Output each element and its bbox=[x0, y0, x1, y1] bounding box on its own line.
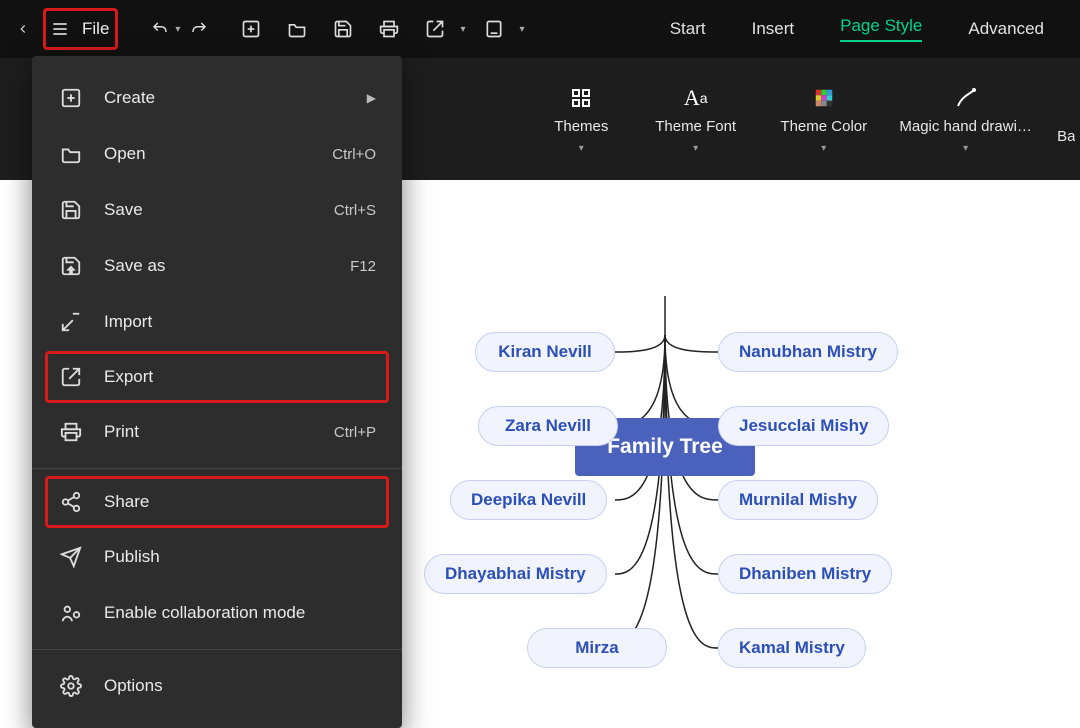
save-as-icon bbox=[60, 255, 82, 277]
chevron-down-icon: ▾ bbox=[963, 143, 968, 154]
mindmap-node-right-2[interactable]: Murnilal Mishy bbox=[718, 480, 878, 520]
ribbon-overflow-label: Ba bbox=[1057, 128, 1075, 145]
file-menu-button[interactable]: File bbox=[44, 9, 117, 49]
tab-advanced[interactable]: Advanced bbox=[968, 19, 1044, 39]
chevron-down-icon: ▾ bbox=[693, 143, 698, 154]
menu-save-as[interactable]: Save as F12 bbox=[32, 238, 402, 294]
menu-import-label: Import bbox=[104, 312, 152, 332]
mindmap-node-left-2[interactable]: Deepika Nevill bbox=[450, 480, 607, 520]
tab-start[interactable]: Start bbox=[670, 19, 706, 39]
tab-insert[interactable]: Insert bbox=[752, 19, 795, 39]
menu-publish-label: Publish bbox=[104, 547, 160, 567]
submenu-arrow-icon: ▶ bbox=[367, 91, 376, 105]
menu-save-label: Save bbox=[104, 200, 143, 220]
undo-icon bbox=[151, 20, 169, 38]
mindmap-node-right-4[interactable]: Kamal Mistry bbox=[718, 628, 866, 668]
top-toolbar: File ▾ bbox=[0, 0, 1080, 58]
export-more-icon[interactable]: ▾ bbox=[460, 24, 465, 35]
menu-publish[interactable]: Publish bbox=[32, 529, 402, 585]
mindmap-node-left-3[interactable]: Dhayabhai Mistry bbox=[424, 554, 607, 594]
undo-button[interactable] bbox=[143, 12, 177, 46]
hamburger-icon bbox=[50, 19, 70, 39]
menu-save[interactable]: Save Ctrl+S bbox=[32, 182, 402, 238]
ribbon-magic-hand[interactable]: Magic hand drawi… ▾ bbox=[897, 84, 1035, 154]
open-button[interactable] bbox=[280, 12, 314, 46]
print-icon bbox=[379, 19, 399, 39]
plus-square-icon bbox=[241, 19, 261, 39]
menu-print[interactable]: Print Ctrl+P bbox=[32, 404, 402, 460]
chevron-left-icon bbox=[16, 22, 30, 36]
menu-open-shortcut: Ctrl+O bbox=[332, 146, 376, 163]
menu-create-label: Create bbox=[104, 88, 155, 108]
file-dropdown-menu: Create ▶ Open Ctrl+O Save Ctrl+S Save as… bbox=[32, 56, 402, 728]
menu-save-shortcut: Ctrl+S bbox=[334, 202, 376, 219]
ribbon-theme-color-label: Theme Color bbox=[780, 118, 867, 135]
folder-icon bbox=[287, 19, 307, 39]
color-grid-icon bbox=[813, 87, 835, 109]
folder-icon bbox=[60, 143, 82, 165]
wand-icon bbox=[954, 86, 978, 110]
export-toolbar-button[interactable] bbox=[418, 12, 452, 46]
page-setup-button[interactable] bbox=[477, 12, 511, 46]
menu-share-label: Share bbox=[104, 492, 149, 512]
redo-button[interactable] bbox=[182, 12, 216, 46]
ribbon-theme-font-label: Theme Font bbox=[655, 118, 736, 135]
file-label: File bbox=[76, 19, 115, 39]
print-button[interactable] bbox=[372, 12, 406, 46]
export-icon bbox=[60, 366, 82, 388]
menu-options[interactable]: Options bbox=[32, 658, 402, 714]
page-icon bbox=[484, 19, 504, 39]
export-icon bbox=[425, 19, 445, 39]
mindmap-node-right-1[interactable]: Jesucclai Mishy bbox=[718, 406, 889, 446]
chevron-down-icon: ▾ bbox=[579, 143, 584, 154]
menu-options-label: Options bbox=[104, 676, 163, 696]
undo-more-icon[interactable]: ▾ bbox=[175, 24, 180, 35]
menu-open[interactable]: Open Ctrl+O bbox=[32, 126, 402, 182]
ribbon-magic-label: Magic hand drawi… bbox=[899, 118, 1032, 135]
menu-print-shortcut: Ctrl+P bbox=[334, 424, 376, 441]
page-more-icon[interactable]: ▾ bbox=[519, 24, 524, 35]
menu-print-label: Print bbox=[104, 422, 139, 442]
menu-export[interactable]: Export bbox=[46, 352, 388, 402]
tab-page-style[interactable]: Page Style bbox=[840, 16, 922, 42]
back-button[interactable] bbox=[6, 12, 40, 46]
themes-icon bbox=[569, 86, 593, 110]
publish-icon bbox=[60, 546, 82, 568]
chevron-down-icon: ▾ bbox=[821, 143, 826, 154]
new-button[interactable] bbox=[234, 12, 268, 46]
mindmap-node-right-3[interactable]: Dhaniben Mistry bbox=[718, 554, 892, 594]
share-icon bbox=[60, 491, 82, 513]
ribbon-themes[interactable]: Themes ▾ bbox=[540, 84, 623, 154]
menu-open-label: Open bbox=[104, 144, 146, 164]
print-icon bbox=[60, 421, 82, 443]
save-icon bbox=[60, 199, 82, 221]
mindmap-node-left-1[interactable]: Zara Nevill bbox=[478, 406, 618, 446]
menu-export-label: Export bbox=[104, 367, 153, 387]
ribbon-themes-label: Themes bbox=[554, 118, 608, 135]
menu-collab[interactable]: Enable collaboration mode bbox=[32, 585, 402, 641]
menu-share[interactable]: Share bbox=[46, 477, 388, 527]
save-button[interactable] bbox=[326, 12, 360, 46]
ribbon-overflow[interactable]: Ba bbox=[1052, 94, 1080, 145]
menu-separator bbox=[32, 468, 402, 469]
ribbon-theme-color[interactable]: Theme Color ▾ bbox=[769, 84, 879, 154]
font-icon: Aa bbox=[684, 84, 708, 112]
mindmap-node-right-0[interactable]: Nanubhan Mistry bbox=[718, 332, 898, 372]
menu-collab-label: Enable collaboration mode bbox=[104, 603, 305, 623]
gear-icon bbox=[60, 675, 82, 697]
mindmap-node-left-0[interactable]: Kiran Nevill bbox=[475, 332, 615, 372]
redo-icon bbox=[190, 20, 208, 38]
plus-square-icon bbox=[60, 87, 82, 109]
menu-save-as-label: Save as bbox=[104, 256, 165, 276]
menu-import[interactable]: Import bbox=[32, 294, 402, 350]
import-icon bbox=[60, 311, 82, 333]
menu-save-as-shortcut: F12 bbox=[350, 258, 376, 275]
menu-create[interactable]: Create ▶ bbox=[32, 70, 402, 126]
save-icon bbox=[333, 19, 353, 39]
ribbon-theme-font[interactable]: Aa Theme Font ▾ bbox=[641, 84, 751, 154]
mindmap-node-left-4[interactable]: Mirza bbox=[527, 628, 667, 668]
menu-separator bbox=[32, 649, 402, 650]
collaboration-icon bbox=[60, 602, 82, 624]
